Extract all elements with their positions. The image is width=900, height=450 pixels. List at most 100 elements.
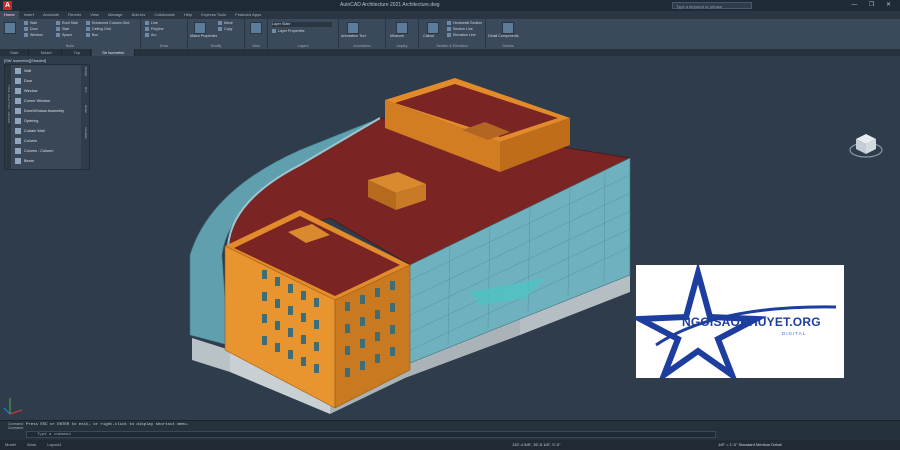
command-line: Command: Command: Press ESC or ENTER to …	[0, 420, 900, 441]
logo-text: NGOISAOKHUYET.ORG	[682, 315, 821, 329]
ribbon-tab-insert[interactable]: Insert	[20, 11, 38, 19]
command-input[interactable]: Type a command	[26, 431, 716, 438]
palette-tool-column-column[interactable]: Column : Column	[15, 147, 53, 155]
ribbon-tab-annotate[interactable]: Annotate	[39, 11, 63, 19]
tool-elevation-line[interactable]: Elevation Line	[447, 33, 476, 38]
tool-move[interactable]: Move	[218, 21, 233, 26]
ribbon-tab-view[interactable]: View	[86, 11, 103, 19]
palette-tool-door-window-assembly[interactable]: Door/Window Assembly	[15, 107, 64, 115]
wall-small-icon	[24, 21, 28, 26]
panel-title-draw: Draw	[159, 44, 169, 48]
coordinate-readout[interactable]: 132'-4 5/8", 35'-5 1/8", 0'-0"	[512, 440, 560, 450]
palette-tool-window[interactable]: Window	[15, 87, 38, 95]
doc-tab-se-isometric[interactable]: Se Isometric	[92, 49, 136, 56]
annotation-scale[interactable]: 1/8" = 1'-0" Standard Medium Detail	[718, 440, 782, 450]
wall-icon[interactable]	[4, 22, 16, 34]
roof-slab-icon	[56, 21, 60, 26]
tool-window[interactable]: Window	[24, 33, 43, 38]
palette-tool-opening[interactable]: Opening	[15, 117, 38, 125]
palette-tool-column[interactable]: Column	[15, 137, 37, 145]
viewport-label[interactable]: [SW Isometric][Shaded]	[4, 58, 46, 63]
palette-tab-detail[interactable]: Detail	[82, 105, 88, 113]
tool-box[interactable]: Box	[86, 33, 98, 38]
tool-section-line[interactable]: Section Line	[447, 27, 473, 32]
ribbon-tab-help[interactable]: Help	[180, 11, 196, 19]
door-icon	[24, 27, 28, 32]
tool-wall[interactable]: Wall	[24, 21, 37, 26]
tool-arc[interactable]: Arc	[145, 33, 156, 38]
logo-subtext: DIGITAL	[782, 331, 807, 336]
doc-tab-top[interactable]: Top	[64, 49, 92, 56]
palette-title: TOOL PALETTES - DESIGN	[7, 85, 11, 124]
detail-components-icon[interactable]	[502, 22, 514, 34]
tool-line[interactable]: Line	[145, 21, 158, 26]
panel-draw: Line Polyline Arc Draw	[141, 19, 188, 49]
panel-details: Detail Components Details	[486, 19, 530, 49]
horizontal-section-icon	[447, 21, 451, 26]
tool-callout[interactable]: Callout	[423, 34, 434, 39]
tool-measure[interactable]: Measure	[390, 34, 404, 39]
viewcube[interactable]	[848, 128, 884, 164]
text-icon[interactable]	[347, 22, 359, 34]
doc-tab-model[interactable]: Model	[31, 49, 63, 56]
ceiling-grid-icon	[86, 27, 90, 32]
palette-title-bar[interactable]: TOOL PALETTES - DESIGN	[5, 65, 11, 169]
tool-stair[interactable]: Stair	[56, 27, 69, 32]
ribbon-tab-render[interactable]: Render	[64, 11, 85, 19]
palette-tool-corner-window[interactable]: Corner Window	[15, 97, 50, 105]
layer-dropdown[interactable]: Layer State	[272, 22, 332, 27]
tool-detail-components[interactable]: Detail Components	[488, 34, 519, 39]
window-tool-icon	[15, 88, 21, 94]
tool-space[interactable]: Space	[56, 33, 72, 38]
tool-roof-slab[interactable]: Roof Slab	[56, 21, 78, 26]
column-icon	[15, 138, 21, 144]
tool-custom-grid[interactable]: Enhanced Custom Grid	[86, 21, 129, 26]
layout-tab-layout1[interactable]: Layout1	[42, 440, 66, 450]
curtain-wall-icon	[15, 128, 21, 134]
visual-styles-icon[interactable]	[250, 22, 262, 34]
doc-tab-start[interactable]: Start	[0, 49, 30, 56]
layer-properties-icon	[272, 29, 276, 34]
palette-tab-visualize[interactable]: Visualize	[82, 127, 88, 139]
assembly-icon	[15, 108, 21, 114]
panel-view: View	[245, 19, 268, 49]
ribbon-tab-featured-apps[interactable]: Featured Apps	[231, 11, 265, 19]
palette-tool-beam[interactable]: Beam	[15, 157, 34, 165]
panel-title-inquiry: Inquiry	[396, 44, 408, 48]
elevation-line-icon	[447, 33, 451, 38]
command-history: Press ESC or ENTER to exit, or right-cli…	[26, 423, 190, 427]
palette-tool-door[interactable]: Door	[15, 77, 32, 85]
ribbon-tab-collaborate[interactable]: Collaborate	[150, 11, 178, 19]
match-properties-icon[interactable]	[194, 22, 206, 34]
tool-polyline[interactable]: Polyline	[145, 27, 164, 32]
palette-tool-curtain-wall[interactable]: Curtain Wall	[15, 127, 45, 135]
ribbon-tab-express-tools[interactable]: Express Tools	[197, 11, 230, 19]
window-controls[interactable]: — ❐ ✕	[851, 0, 896, 11]
ribbon-tab-home[interactable]: Home	[0, 11, 19, 19]
tool-palette: TOOL PALETTES - DESIGN Design Doc Detail…	[4, 64, 90, 170]
tool-door[interactable]: Door	[24, 27, 38, 32]
tool-ceiling-grid[interactable]: Ceiling Grid	[86, 27, 111, 32]
wall-tool-icon	[15, 68, 21, 74]
palette-tab-doc[interactable]: Doc	[82, 87, 88, 92]
callout-icon[interactable]	[427, 22, 439, 34]
search-input[interactable]: Type a keyword or phrase	[672, 2, 752, 9]
measure-icon[interactable]	[396, 22, 408, 34]
autocad-logo-icon[interactable]: A	[3, 1, 12, 10]
opening-icon	[15, 118, 21, 124]
ribbon-tab-addins[interactable]: Add-ins	[128, 11, 150, 19]
layout-tab-work[interactable]: Work	[22, 440, 41, 450]
panel-inquiry: Measure Inquiry	[386, 19, 419, 49]
ribbon-tab-bar: Home Insert Annotate Render View Manage …	[0, 11, 900, 19]
tool-copy[interactable]: Copy	[218, 27, 232, 32]
tool-annotation-text[interactable]: Annotation Text	[341, 34, 366, 39]
tool-horizontal-section[interactable]: Horizontal Section	[447, 21, 482, 26]
ribbon-tab-manage[interactable]: Manage	[104, 11, 126, 19]
palette-tool-wall[interactable]: Wall	[15, 67, 31, 75]
palette-tab-design[interactable]: Design	[82, 67, 88, 76]
layout-tab-model[interactable]: Model	[0, 440, 21, 450]
tool-layer-properties[interactable]: Layer Properties	[272, 29, 304, 34]
tool-match-properties[interactable]: Match Properties	[190, 34, 217, 39]
line-icon	[145, 21, 149, 26]
space-icon	[56, 33, 60, 38]
